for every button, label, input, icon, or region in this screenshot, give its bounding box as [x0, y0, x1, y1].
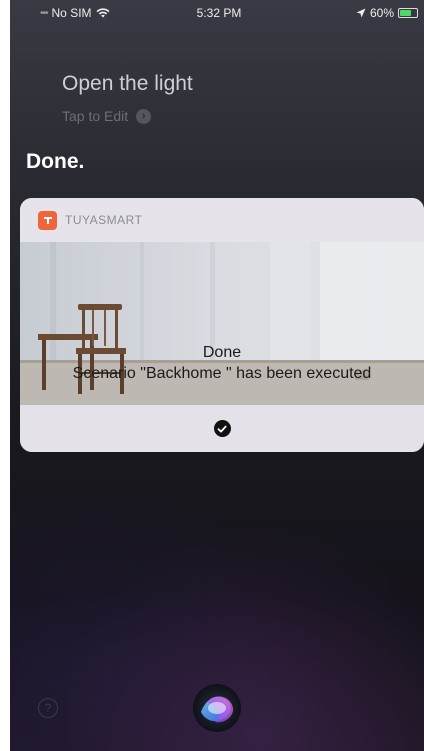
help-icon[interactable]: ?	[38, 698, 58, 718]
card-header: TUYASMART	[20, 198, 424, 242]
shortcut-result-card[interactable]: TUYASMART Done Scenario "Backhome " has …	[20, 198, 424, 452]
card-title: Done	[202, 344, 242, 361]
siri-query-text[interactable]: Open the light	[62, 72, 193, 96]
battery-icon	[398, 8, 418, 18]
tuyasmart-app-icon	[38, 210, 57, 230]
room-photo: Done Scenario "Backhome " has been execu…	[20, 242, 424, 405]
status-bar: ••• No SIM 5:32 PM 60%	[10, 0, 424, 26]
siri-screen: ••• No SIM 5:32 PM 60% Open the light Ta…	[10, 0, 424, 751]
tuya-logo-icon	[43, 217, 52, 224]
siri-response-text: Done.	[26, 150, 85, 173]
app-name-label: TUYASMART	[65, 213, 143, 227]
card-message: Done Scenario "Backhome " has been execu…	[20, 342, 424, 384]
checkmark-icon	[213, 420, 231, 437]
chevron-right-icon: ›	[136, 108, 152, 124]
siri-orb-icon[interactable]	[191, 682, 243, 734]
right-status-group: 60%	[356, 6, 418, 20]
location-arrow-icon	[356, 8, 366, 18]
tap-to-edit-button[interactable]: Tap to Edit ›	[62, 108, 152, 124]
tap-to-edit-label: Tap to Edit	[62, 108, 129, 124]
card-footer	[20, 405, 424, 452]
card-detail: Scenario "Backhome " has been executed	[72, 365, 372, 382]
battery-fill	[400, 10, 411, 16]
battery-percent: 60%	[369, 6, 394, 20]
